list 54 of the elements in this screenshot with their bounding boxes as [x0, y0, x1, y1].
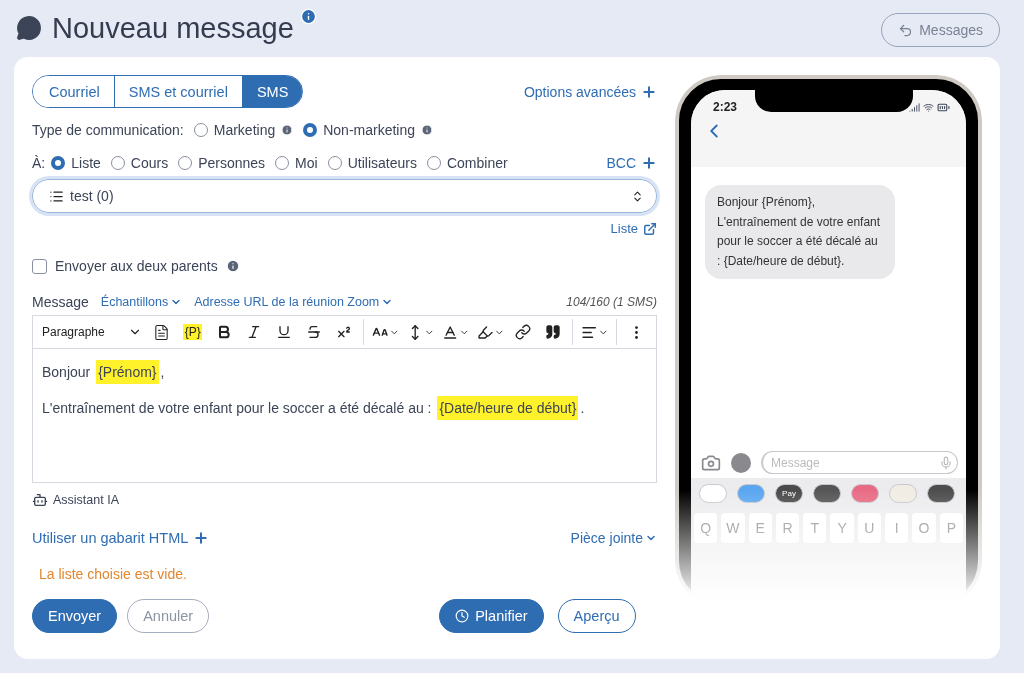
message-menu[interactable]: Adresse URL de la réunion Zoom	[194, 295, 394, 309]
clock-icon	[455, 609, 470, 623]
radio-option[interactable]: Moi	[275, 155, 318, 171]
info-icon	[421, 124, 434, 136]
reply-arrow-icon	[898, 22, 914, 38]
robot-icon	[32, 492, 48, 508]
app-icon[interactable]	[813, 484, 841, 503]
recipients-label: À:	[32, 155, 46, 171]
radio-option[interactable]: Utilisateurs	[327, 155, 417, 171]
info-icon	[281, 124, 294, 136]
placeholder-button[interactable]: {P}	[183, 324, 203, 340]
action-button[interactable]: Envoyer	[32, 599, 118, 633]
radio-option[interactable]: Non-marketing	[303, 122, 434, 138]
radio-option[interactable]: Cours	[110, 155, 169, 171]
list-link[interactable]: Liste	[610, 221, 657, 236]
radio-option[interactable]: Liste	[51, 155, 101, 171]
bcc-link[interactable]: BCC	[606, 155, 657, 171]
html-template-link[interactable]: Utiliser un gabarit HTML	[32, 530, 210, 546]
app-icon[interactable]: Pay	[775, 484, 803, 503]
advanced-options-link[interactable]: Options avancées	[523, 83, 657, 100]
action-button[interactable]: Planifier	[439, 599, 544, 633]
paragraph-style-dropdown[interactable]: Paragraphe	[39, 319, 146, 345]
list-select[interactable]: test (0)	[32, 179, 657, 213]
plus-icon	[641, 155, 657, 171]
page-title: Nouveau message	[52, 11, 294, 45]
character-counter: 104/160 (1 SMS)	[566, 295, 657, 309]
message-paragraph: Bonjour {Prénom} ,	[42, 359, 647, 385]
plus-icon	[641, 83, 657, 100]
sort-arrows-icon	[631, 189, 644, 203]
app-icon[interactable]	[927, 484, 955, 503]
message-paragraph: L'entraînement de votre enfant pour le soccer a été décalé au : {Date/heure de début} .	[42, 395, 647, 421]
radio-option[interactable]: Personnes	[178, 155, 266, 171]
communication-type-label: Type de communication:	[32, 122, 184, 138]
message-bubble: Bonjour {Prénom}, L'entraînement de votre enfant pour le soccer a été décalé au : {Date/heure de début}.	[705, 185, 895, 279]
both-parents-label: Envoyer aux deux parents	[55, 258, 218, 274]
message-menu[interactable]: Échantillons	[100, 295, 183, 309]
attachment-menu[interactable]: Pièce jointe	[570, 530, 657, 546]
phone-time: 2:23	[713, 100, 738, 114]
channel-tab[interactable]: SMS	[241, 76, 303, 107]
chat-bubble-icon	[16, 15, 42, 41]
assistant-label[interactable]: Assistant IA	[53, 493, 119, 507]
external-link-icon	[643, 221, 657, 236]
message-label: Message	[32, 294, 89, 310]
warning-text: La liste choisie est vide.	[39, 566, 187, 582]
both-parents-checkbox[interactable]	[32, 258, 47, 274]
action-button[interactable]: Aperçu	[557, 599, 636, 633]
wifi-icon	[923, 101, 934, 113]
radio-option[interactable]: Marketing	[193, 122, 294, 138]
list-icon	[49, 188, 64, 204]
action-button[interactable]: Annuler	[127, 599, 210, 633]
signal-icon	[909, 101, 920, 113]
info-icon	[225, 259, 240, 273]
info-icon	[299, 8, 317, 25]
radio-option[interactable]: Combiner	[426, 155, 508, 171]
